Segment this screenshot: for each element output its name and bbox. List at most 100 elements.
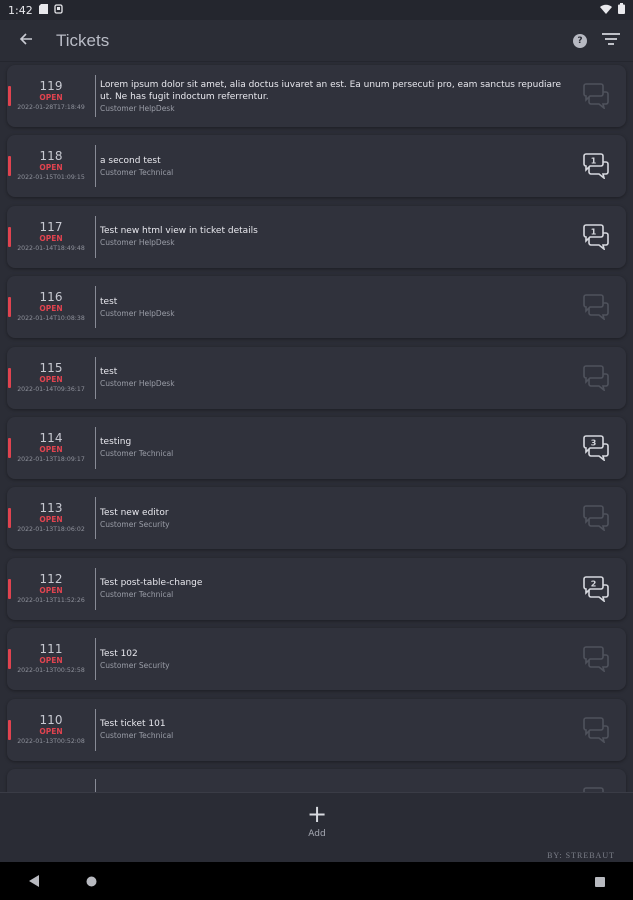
card-divider xyxy=(95,356,96,399)
nav-back-button[interactable] xyxy=(23,870,45,892)
ticket-card[interactable]: 112 OPEN 2022-01-13T11:52:26 Test post-t… xyxy=(7,557,626,620)
ticket-department: Customer HelpDesk xyxy=(100,379,175,389)
ticket-subject: Lorem ipsum dolor sit amet, alia doctus … xyxy=(100,79,562,102)
card-divider xyxy=(95,638,96,681)
ticket-number: 115 xyxy=(39,360,63,375)
ticket-card[interactable]: 119 OPEN 2022-01-28T17:18:49 Lorem ipsum… xyxy=(7,65,626,127)
card-divider xyxy=(95,215,96,258)
ticket-date: 2022-01-14T10:08:38 xyxy=(17,315,85,323)
filter-button[interactable] xyxy=(601,31,621,51)
comments-icon xyxy=(583,294,609,321)
ticket-meta: 116 OPEN 2022-01-14T10:08:38 xyxy=(7,291,95,323)
status-indicator xyxy=(8,508,11,529)
ticket-card[interactable]: 116 OPEN 2022-01-14T10:08:38 test Custom… xyxy=(7,276,626,339)
status-indicator xyxy=(8,437,11,458)
ticket-subject: Test post-table-change xyxy=(100,578,203,589)
ticket-card[interactable]: 114 OPEN 2022-01-13T18:09:17 testing Cus… xyxy=(7,416,626,479)
ticket-department: Customer Security xyxy=(100,519,170,529)
ticket-subject: a second test xyxy=(100,155,161,166)
ticket-info: a second test Customer Technical xyxy=(100,155,576,178)
status-bar: 1:42 xyxy=(0,0,633,20)
ticket-status: OPEN xyxy=(39,656,63,666)
ticket-status: OPEN xyxy=(39,585,63,595)
ticket-meta: 118 OPEN 2022-01-15T01:09:15 xyxy=(7,150,95,182)
comments-button[interactable] xyxy=(576,364,616,391)
comment-count: 2 xyxy=(591,579,597,588)
ticket-info: test Customer HelpDesk xyxy=(100,366,576,389)
comments-icon xyxy=(583,505,609,532)
status-indicator xyxy=(8,367,11,388)
ticket-list[interactable]: 119 OPEN 2022-01-28T17:18:49 Lorem ipsum… xyxy=(0,62,633,792)
ticket-meta: 112 OPEN 2022-01-13T11:52:26 xyxy=(7,572,95,605)
ticket-info: Test ticket 101 Customer Technical xyxy=(100,718,576,741)
ticket-meta: 110 OPEN 2022-01-13T00:52:08 xyxy=(7,713,95,746)
ticket-date: 2022-01-14T18:49:48 xyxy=(17,244,85,252)
comments-icon: 2 xyxy=(583,575,609,602)
ticket-number: 117 xyxy=(39,219,63,234)
comments-button[interactable] xyxy=(576,83,616,109)
status-indicator xyxy=(8,86,11,106)
comments-button[interactable] xyxy=(576,505,616,532)
ticket-subject: Test new editor xyxy=(100,507,169,518)
comments-button[interactable]: 1 xyxy=(576,223,616,250)
ticket-info: Test new html view in ticket details Cus… xyxy=(100,225,576,248)
card-divider xyxy=(95,145,96,188)
ticket-meta: 114 OPEN 2022-01-13T18:09:17 xyxy=(7,430,95,464)
ticket-meta: 117 OPEN 2022-01-14T18:49:48 xyxy=(7,219,95,253)
comments-button[interactable]: 1 xyxy=(576,153,616,180)
comments-button[interactable]: 2 xyxy=(576,575,616,602)
ticket-date: 2022-01-13T00:52:58 xyxy=(17,667,85,675)
comments-icon xyxy=(583,364,609,391)
nav-home-icon xyxy=(86,872,97,891)
comments-icon xyxy=(583,83,609,109)
comments-button[interactable] xyxy=(576,646,616,673)
add-label: Add xyxy=(308,829,326,839)
ticket-card[interactable]: 113 OPEN 2022-01-13T18:06:02 Test new ed… xyxy=(7,487,626,550)
ticket-status: OPEN xyxy=(39,93,63,102)
comment-count: 1 xyxy=(591,227,597,236)
nav-recents-button[interactable] xyxy=(589,870,611,892)
ticket-card[interactable]: 118 OPEN 2022-01-15T01:09:15 a second te… xyxy=(7,135,626,198)
brand-signature: BY: STREBAUT xyxy=(547,851,615,860)
status-indicator xyxy=(8,578,11,599)
ticket-status: OPEN xyxy=(39,163,63,173)
status-indicator xyxy=(8,649,11,670)
ticket-subject: Test new html view in ticket details xyxy=(100,226,258,237)
ticket-card[interactable]: 109 xyxy=(7,768,626,792)
ticket-status: OPEN xyxy=(39,233,63,243)
comment-count: 1 xyxy=(591,157,597,166)
ticket-department: Customer Technical xyxy=(100,167,174,177)
card-divider xyxy=(95,286,96,329)
battery-icon xyxy=(618,3,625,17)
filter-icon xyxy=(602,31,620,50)
nav-home-button[interactable] xyxy=(80,870,102,892)
card-divider xyxy=(95,567,96,610)
card-divider xyxy=(95,426,96,469)
status-indicator xyxy=(8,719,11,740)
ticket-card[interactable]: 110 OPEN 2022-01-13T00:52:08 Test ticket… xyxy=(7,698,626,761)
ticket-card[interactable]: 115 OPEN 2022-01-14T09:36:17 test Custom… xyxy=(7,346,626,409)
ticket-card[interactable]: 117 OPEN 2022-01-14T18:49:48 Test new ht… xyxy=(7,205,626,268)
ticket-meta: 113 OPEN 2022-01-13T18:06:02 xyxy=(7,502,95,534)
ticket-number: 114 xyxy=(39,430,63,445)
sd-card-icon xyxy=(38,3,48,17)
ticket-department: Customer HelpDesk xyxy=(100,308,175,318)
ticket-subject: Test ticket 101 xyxy=(100,719,166,730)
comments-button[interactable]: 3 xyxy=(576,435,616,461)
help-button[interactable]: ? xyxy=(573,33,587,48)
add-ticket-button[interactable]: + Add xyxy=(296,801,338,847)
ticket-card[interactable]: 111 OPEN 2022-01-13T00:52:58 Test 102 Cu… xyxy=(7,628,626,691)
comments-icon: 1 xyxy=(583,223,609,250)
back-button[interactable] xyxy=(0,20,52,62)
comments-button[interactable] xyxy=(576,716,616,743)
ticket-department: Customer HelpDesk xyxy=(100,238,175,248)
ticket-subject: test xyxy=(100,367,118,378)
app-bar: Tickets ? xyxy=(0,20,633,62)
ticket-number: 113 xyxy=(39,501,63,516)
comments-button[interactable] xyxy=(576,294,616,321)
comments-icon xyxy=(583,646,609,673)
ticket-subject: Test 102 xyxy=(100,648,138,659)
ticket-status: OPEN xyxy=(39,515,63,525)
notification-icon xyxy=(54,3,63,17)
status-indicator xyxy=(8,297,11,318)
